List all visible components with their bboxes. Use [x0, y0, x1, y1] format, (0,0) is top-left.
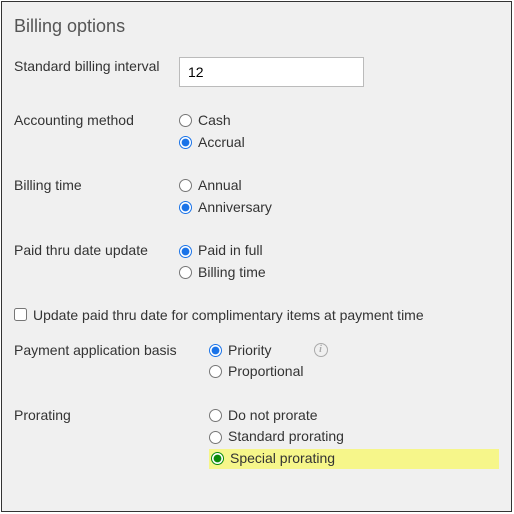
highlight-special-prorating: Special prorating [209, 449, 499, 469]
radio-basis-priority[interactable] [209, 344, 222, 357]
radio-accounting-accrual[interactable] [179, 136, 192, 149]
radio-label-cash: Cash [198, 111, 231, 131]
radio-label-accrual: Accrual [198, 133, 245, 153]
row-accounting-method: Accounting method Cash Accrual [14, 111, 499, 152]
row-prorating: Prorating Do not prorate Standard prorat… [14, 406, 499, 469]
row-standard-billing-interval: Standard billing interval [14, 57, 499, 87]
label-billing-time: Billing time [14, 176, 179, 194]
radio-paid-full[interactable] [179, 245, 192, 258]
page-title: Billing options [14, 16, 499, 37]
radio-label-paid-billing: Billing time [198, 263, 266, 283]
radio-label-prorate-special: Special prorating [230, 449, 335, 469]
radio-label-prorate-standard: Standard prorating [228, 427, 344, 447]
radio-accounting-cash[interactable] [179, 114, 192, 127]
radio-label-proportional: Proportional [228, 362, 304, 382]
radio-label-anniversary: Anniversary [198, 198, 272, 218]
label-standard-billing-interval: Standard billing interval [14, 57, 179, 75]
radio-billing-annual[interactable] [179, 179, 192, 192]
billing-options-panel: Billing options Standard billing interva… [1, 1, 512, 512]
label-complimentary: Update paid thru date for complimentary … [33, 307, 424, 323]
checkbox-complimentary[interactable] [14, 308, 27, 321]
label-payment-basis: Payment application basis [14, 341, 209, 359]
label-prorating: Prorating [14, 406, 179, 424]
radio-paid-billing[interactable] [179, 266, 192, 279]
standard-billing-interval-input[interactable] [179, 57, 364, 87]
row-billing-time: Billing time Annual Anniversary [14, 176, 499, 217]
info-icon[interactable]: i [314, 343, 328, 357]
radio-prorate-standard[interactable] [209, 431, 222, 444]
radio-label-annual: Annual [198, 176, 242, 196]
radio-label-prorate-none: Do not prorate [228, 406, 318, 426]
radio-prorate-special[interactable] [211, 452, 224, 465]
radio-prorate-none[interactable] [209, 409, 222, 422]
radio-billing-anniversary[interactable] [179, 201, 192, 214]
label-paid-thru: Paid thru date update [14, 241, 179, 259]
radio-basis-proportional[interactable] [209, 365, 222, 378]
row-paid-thru: Paid thru date update Paid in full Billi… [14, 241, 499, 282]
row-payment-basis: Payment application basis Priority i Pro… [14, 341, 499, 382]
label-accounting-method: Accounting method [14, 111, 179, 129]
radio-label-paid-full: Paid in full [198, 241, 263, 261]
row-complimentary: Update paid thru date for complimentary … [14, 307, 499, 323]
radio-label-priority: Priority [228, 341, 272, 361]
